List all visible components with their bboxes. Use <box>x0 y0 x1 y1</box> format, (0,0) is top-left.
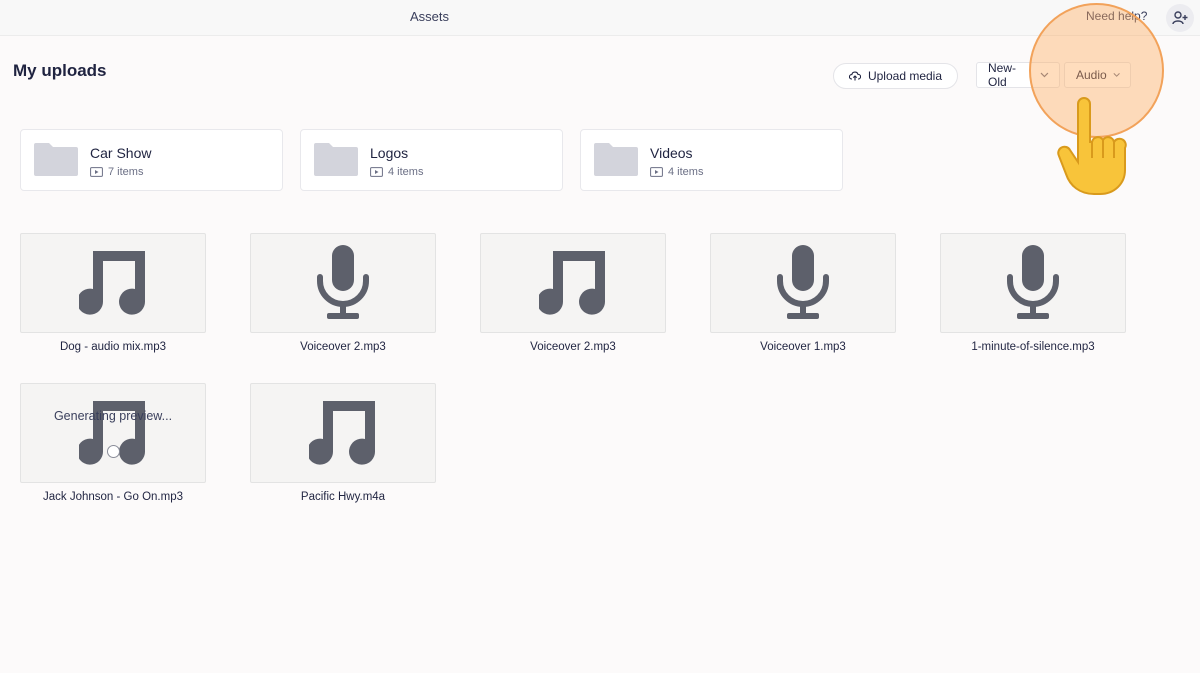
asset-name: Voiceover 2.mp3 <box>300 341 386 353</box>
music-note-icon <box>309 401 376 465</box>
asset-name: Dog - audio mix.mp3 <box>59 341 167 353</box>
app-title: Assets <box>410 9 450 24</box>
folder-item-count: 4 items <box>370 166 423 178</box>
folder-count-label: 4 items <box>388 166 424 178</box>
folder-count-label: 4 items <box>668 166 704 178</box>
microphone-icon <box>1007 245 1059 319</box>
music-note-icon <box>79 251 146 315</box>
folder-name: Car Show <box>90 145 152 161</box>
pointing-hand-icon <box>1057 97 1127 195</box>
asset-thumbnail[interactable] <box>250 383 436 483</box>
microphone-icon <box>317 245 369 319</box>
asset-card[interactable]: Generating preview... Jack Johnson - Go … <box>20 383 206 503</box>
music-note-icon <box>539 251 606 315</box>
cloud-upload-icon <box>848 71 861 81</box>
asset-thumbnail[interactable]: Generating preview... <box>20 383 206 483</box>
asset-name: Voiceover 1.mp3 <box>760 341 846 353</box>
folder-icon <box>314 143 358 176</box>
folder-card[interactable]: Logos 4 items <box>300 129 563 191</box>
folder-name: Logos <box>370 145 409 161</box>
media-icon <box>90 167 103 177</box>
media-icon <box>370 167 383 177</box>
folder-name: Videos <box>650 145 693 161</box>
microphone-icon <box>777 245 829 319</box>
asset-thumbnail[interactable] <box>250 233 436 333</box>
asset-thumbnail[interactable] <box>710 233 896 333</box>
asset-card[interactable]: Dog - audio mix.mp3 <box>20 233 206 353</box>
asset-card[interactable]: Voiceover 2.mp3 <box>480 233 666 353</box>
folder-icon <box>34 143 78 176</box>
asset-name: Voiceover 2.mp3 <box>530 341 616 353</box>
asset-name: 1-minute-of-silence.mp3 <box>971 341 1095 353</box>
asset-name: Pacific Hwy.m4a <box>300 491 386 503</box>
folder-count-label: 7 items <box>108 166 144 178</box>
user-plus-icon <box>1172 11 1188 25</box>
upload-media-button[interactable]: Upload media <box>833 63 958 89</box>
folder-icon <box>594 143 638 176</box>
asset-thumbnail[interactable] <box>940 233 1126 333</box>
invite-user-button[interactable] <box>1166 4 1194 32</box>
folder-item-count: 7 items <box>90 166 143 178</box>
asset-card[interactable]: 1-minute-of-silence.mp3 <box>940 233 1126 353</box>
asset-thumbnail[interactable] <box>20 233 206 333</box>
asset-name: Jack Johnson - Go On.mp3 <box>43 491 183 503</box>
asset-card[interactable]: Pacific Hwy.m4a <box>250 383 436 503</box>
asset-card[interactable]: Voiceover 1.mp3 <box>710 233 896 353</box>
loading-spinner-icon <box>107 445 120 458</box>
folder-card[interactable]: Car Show 7 items <box>20 129 283 191</box>
upload-media-label: Upload media <box>867 69 943 83</box>
preview-status: Generating preview... <box>53 409 173 423</box>
folder-item-count: 4 items <box>650 166 703 178</box>
asset-thumbnail[interactable] <box>480 233 666 333</box>
top-bar: Assets Need help? <box>0 0 1200 36</box>
page-title: My uploads <box>13 61 107 80</box>
media-icon <box>650 167 663 177</box>
asset-card[interactable]: Voiceover 2.mp3 <box>250 233 436 353</box>
folder-card[interactable]: Videos 4 items <box>580 129 843 191</box>
sort-select-value: New-Old <box>988 61 1017 89</box>
